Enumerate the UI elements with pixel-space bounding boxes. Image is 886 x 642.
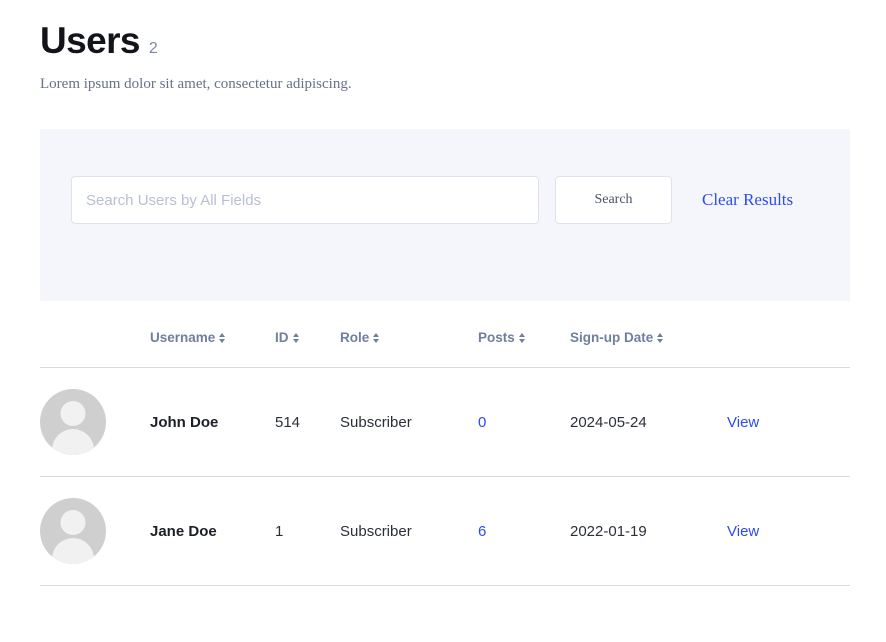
- cell-avatar: [40, 476, 150, 586]
- column-header-username[interactable]: Username: [150, 330, 275, 368]
- avatar: [40, 498, 106, 564]
- column-header-username-label: Username: [150, 330, 216, 345]
- column-header-action: [727, 330, 850, 368]
- cell-role: Subscriber: [340, 367, 478, 477]
- users-table: Username ID Role Posts Sign-up Date John…: [40, 330, 850, 586]
- search-row: Search Clear Results: [71, 176, 793, 224]
- column-header-signup-date[interactable]: Sign-up Date: [570, 330, 727, 368]
- column-header-role-label: Role: [340, 330, 370, 345]
- users-page: Users 2 Lorem ipsum dolor sit amet, cons…: [0, 0, 886, 642]
- table-body: John Doe 514 Subscriber 0 2024-05-24 Vie…: [40, 367, 850, 586]
- cell-role: Subscriber: [340, 476, 478, 586]
- cell-id: 1: [275, 476, 340, 586]
- cell-action: View: [727, 367, 850, 477]
- column-header-posts[interactable]: Posts: [478, 330, 570, 368]
- username-text: Jane Doe: [150, 522, 217, 540]
- search-panel: Search Clear Results: [40, 129, 850, 301]
- signup-date-text: 2024-05-24: [570, 413, 647, 431]
- search-input[interactable]: [71, 176, 539, 224]
- username-text: John Doe: [150, 413, 219, 431]
- table-row[interactable]: John Doe 514 Subscriber 0 2024-05-24 Vie…: [40, 367, 850, 477]
- clear-results-label: Clear Results: [702, 190, 794, 209]
- role-text: Subscriber: [340, 522, 412, 540]
- id-text: 1: [275, 522, 284, 540]
- cell-posts: 0: [478, 367, 570, 477]
- view-link[interactable]: View: [727, 414, 759, 431]
- cell-avatar: [40, 367, 150, 477]
- table-header-row: Username ID Role Posts Sign-up Date: [40, 330, 850, 368]
- column-header-role[interactable]: Role: [340, 330, 478, 368]
- posts-link[interactable]: 0: [478, 414, 486, 431]
- column-header-signup-date-label: Sign-up Date: [570, 330, 654, 345]
- posts-link[interactable]: 6: [478, 523, 486, 540]
- sort-ascending-descending-icon[interactable]: [518, 332, 525, 343]
- table-row[interactable]: Jane Doe 1 Subscriber 6 2022-01-19 View: [40, 476, 850, 586]
- page-title: Users: [40, 20, 140, 61]
- role-text: Subscriber: [340, 413, 412, 431]
- sort-ascending-descending-icon[interactable]: [373, 332, 380, 343]
- column-header-id-label: ID: [275, 330, 289, 345]
- cell-id: 514: [275, 367, 340, 477]
- cell-username: John Doe: [150, 367, 275, 477]
- id-text: 514: [275, 413, 301, 431]
- signup-date-text: 2022-01-19: [570, 522, 647, 540]
- search-button[interactable]: Search: [555, 176, 672, 224]
- title-row: Users 2: [40, 20, 850, 61]
- table-head: Username ID Role Posts Sign-up Date: [40, 330, 850, 368]
- search-button-label: Search: [594, 192, 633, 207]
- avatar: [40, 389, 106, 455]
- clear-results-link[interactable]: Clear Results: [702, 190, 793, 210]
- page-subtitle: Lorem ipsum dolor sit amet, consectetur …: [40, 75, 352, 92]
- view-link[interactable]: View: [727, 523, 759, 540]
- column-header-avatar: [40, 330, 150, 368]
- cell-signup-date: 2024-05-24: [570, 367, 727, 477]
- page-header: Users 2 Lorem ipsum dolor sit amet, cons…: [40, 20, 850, 94]
- cell-username: Jane Doe: [150, 476, 275, 586]
- column-header-posts-label: Posts: [478, 330, 515, 345]
- users-count-badge: 2: [148, 40, 158, 57]
- sort-ascending-descending-icon[interactable]: [292, 332, 299, 343]
- users-table-container: Username ID Role Posts Sign-up Date John…: [40, 330, 850, 586]
- column-header-id[interactable]: ID: [275, 330, 340, 368]
- cell-signup-date: 2022-01-19: [570, 476, 727, 586]
- cell-posts: 6: [478, 476, 570, 586]
- cell-action: View: [727, 476, 850, 586]
- sort-ascending-descending-icon[interactable]: [219, 332, 226, 343]
- sort-ascending-descending-icon[interactable]: [657, 332, 664, 343]
